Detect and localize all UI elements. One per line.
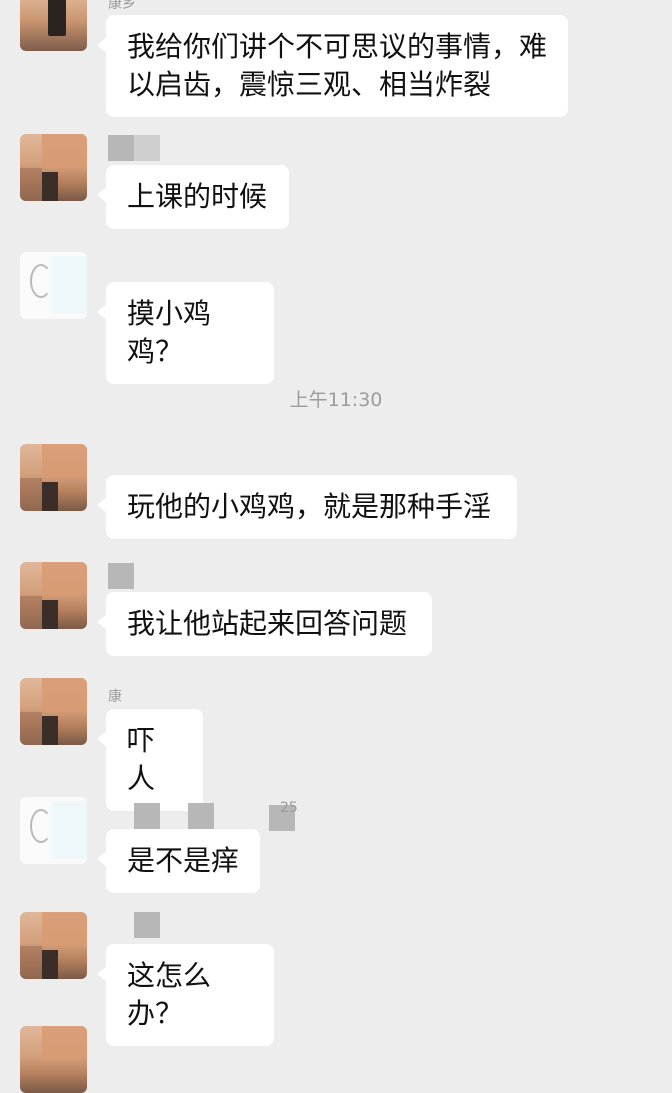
message-bubble[interactable]: 是不是痒 [97,829,260,893]
message-text: 我给你们讲个不可思议的事情，难以启齿，震惊三观、相当炸裂 [127,30,548,101]
avatar[interactable] [20,797,87,864]
message-bubble[interactable]: 摸小鸡鸡？ [97,282,274,384]
avatar[interactable] [20,912,87,979]
avatar[interactable] [20,0,87,51]
avatar[interactable] [20,252,87,319]
message-text: 摸小鸡鸡？ [127,297,212,368]
sender-name [108,135,134,161]
message-bubble[interactable]: 这怎么办？ [97,944,274,1046]
message-bubble[interactable]: 上课的时候 [97,165,289,229]
avatar[interactable] [20,678,87,745]
sender-name [134,135,160,161]
avatar[interactable] [20,444,87,511]
sender-name [134,912,160,938]
sender-name: 25 [280,800,298,816]
message-text: 是不是痒 [127,844,240,877]
message-text: 玩他的小鸡鸡，就是那种手淫 [127,490,492,523]
avatar[interactable] [20,1026,87,1093]
timestamp: 上午11:30 [289,389,383,411]
message-text: 我让他站起来回答问题 [127,607,408,640]
sender-name: 康乡 [108,0,136,12]
message-bubble[interactable]: 玩他的小鸡鸡，就是那种手淫 [97,475,517,539]
message-text: 上课的时候 [127,180,268,213]
message-bubble[interactable]: 我给你们讲个不可思议的事情，难以启齿，震惊三观、相当炸裂 [97,15,568,117]
message-text: 吓人 [127,724,156,795]
sender-name: 康 [108,689,122,705]
avatar[interactable] [20,134,87,201]
message-bubble[interactable]: 我让他站起来回答问题 [97,592,432,656]
sender-name [188,803,214,829]
sender-name [134,803,160,829]
sender-name [108,563,134,589]
avatar[interactable] [20,562,87,629]
message-bubble[interactable]: 吓人 [97,709,203,811]
message-text: 这怎么办？ [127,959,212,1030]
